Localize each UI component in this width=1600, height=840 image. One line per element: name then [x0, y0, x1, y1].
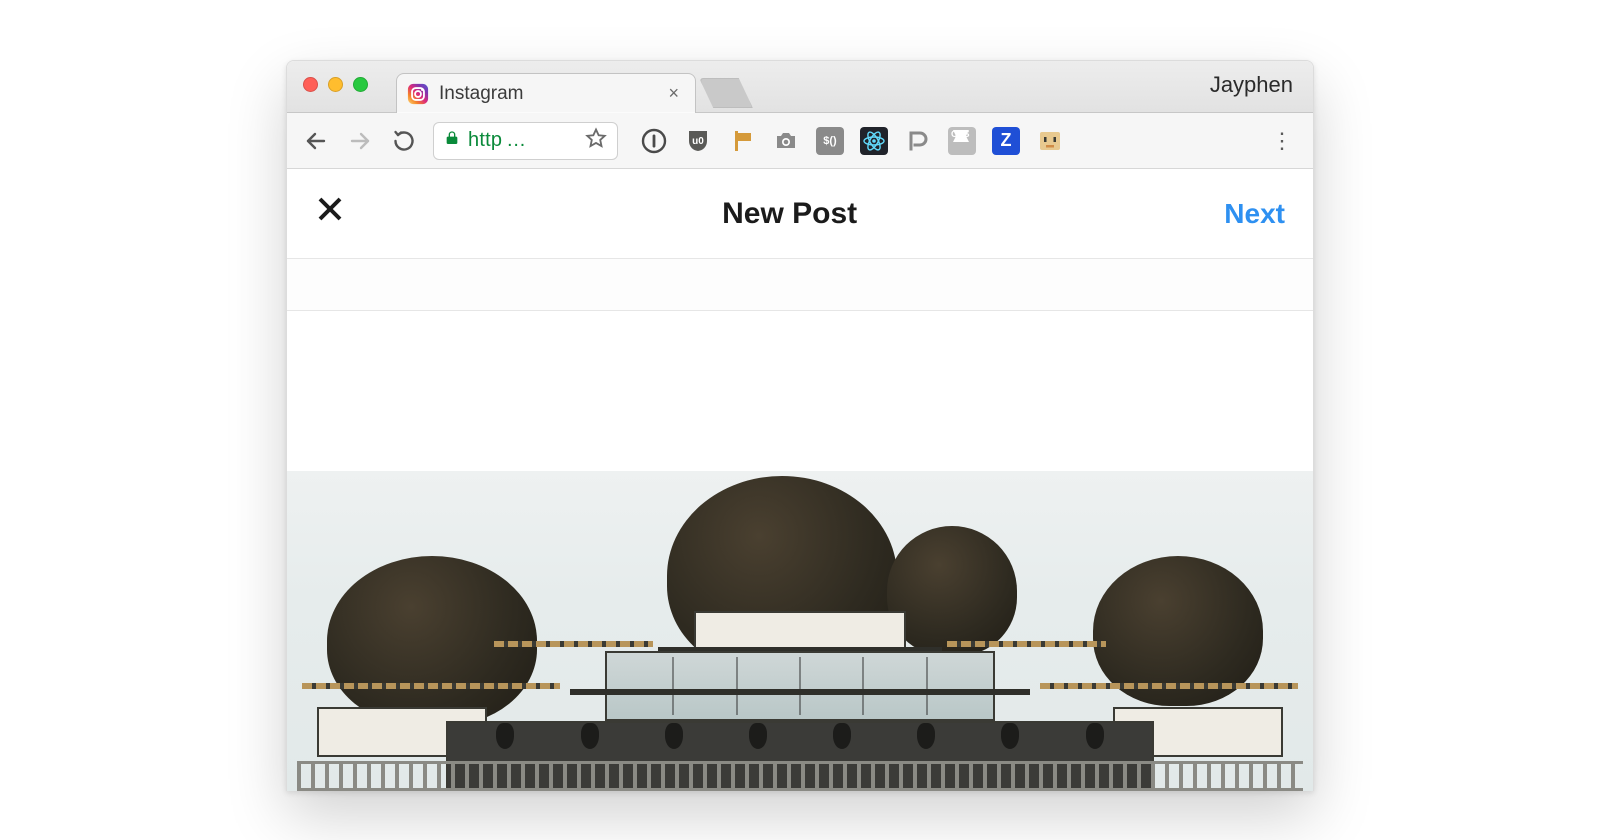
z-extension-icon[interactable]: Z — [992, 127, 1020, 155]
extension-label: Z — [1001, 130, 1012, 151]
window-minimize-button[interactable] — [328, 77, 343, 92]
next-button[interactable]: Next — [1224, 198, 1285, 230]
extensions-row: u0 $() CSS Z — [640, 127, 1064, 155]
close-button[interactable] — [315, 194, 355, 233]
window-titlebar: Instagram × Jayphen — [287, 61, 1313, 113]
onepassword-icon[interactable] — [640, 127, 668, 155]
photo-building — [357, 611, 1243, 791]
url-ellipsis: … — [506, 129, 526, 152]
browser-toolbar: http … u0 $() — [287, 113, 1313, 169]
react-devtools-icon[interactable] — [860, 127, 888, 155]
new-tab-button[interactable] — [699, 78, 753, 108]
browser-menu-button[interactable]: ⋮ — [1267, 128, 1299, 154]
profile-name[interactable]: Jayphen — [1210, 72, 1303, 102]
extension-label: $() — [823, 135, 836, 147]
ublock-icon[interactable]: u0 — [684, 127, 712, 155]
window-close-button[interactable] — [303, 77, 318, 92]
tab-title: Instagram — [439, 83, 654, 105]
tab-close-button[interactable]: × — [664, 83, 683, 104]
new-post-header: New Post Next — [287, 169, 1313, 259]
flag-extension-icon[interactable] — [728, 127, 756, 155]
page-title: New Post — [722, 197, 857, 231]
window-controls — [303, 77, 368, 92]
window-maximize-button[interactable] — [353, 77, 368, 92]
lock-icon — [444, 130, 460, 151]
filter-strip[interactable] — [287, 259, 1313, 311]
url-text: http — [468, 129, 502, 152]
browser-window: Instagram × Jayphen http … — [286, 60, 1314, 791]
robot-extension-icon[interactable] — [1036, 127, 1064, 155]
photo-preview[interactable] — [287, 311, 1313, 791]
css-extension-icon[interactable]: CSS — [948, 127, 976, 155]
camera-extension-icon[interactable] — [772, 127, 800, 155]
page-content: New Post Next — [287, 169, 1313, 791]
back-button[interactable] — [301, 126, 331, 156]
redux-devtools-icon[interactable] — [904, 127, 932, 155]
jquery-extension-icon[interactable]: $() — [816, 127, 844, 155]
browser-tab[interactable]: Instagram × — [396, 73, 696, 113]
reload-button[interactable] — [389, 126, 419, 156]
forward-button[interactable] — [345, 126, 375, 156]
bookmark-star-icon[interactable] — [585, 127, 607, 154]
instagram-favicon-icon — [407, 83, 429, 105]
svg-text:u0: u0 — [692, 136, 704, 147]
address-bar[interactable]: http … — [433, 122, 618, 160]
